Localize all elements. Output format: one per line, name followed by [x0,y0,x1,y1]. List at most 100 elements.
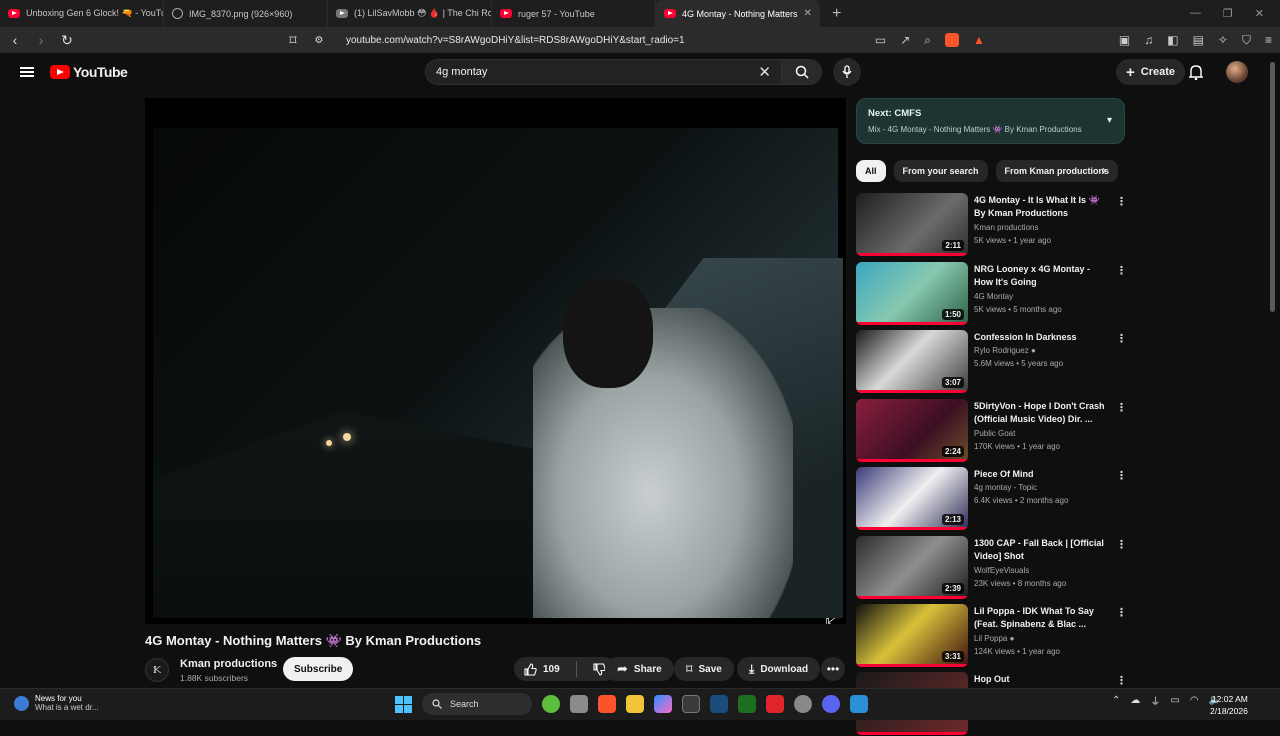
usb-icon[interactable]: ⏚ [1150,693,1160,708]
menu-icon[interactable]: ≡ [1265,33,1272,47]
more-vertical-icon[interactable]: ⋮ [1116,332,1127,345]
page-scrollbar[interactable] [1270,62,1275,312]
subscribe-button[interactable]: Subscribe [283,657,354,681]
recommendation-item[interactable]: 2:39 1300 CAP - Fall Back | [Official Vi… [856,536,1127,600]
share-button[interactable]: ➦ Share [605,657,674,681]
recommendation-title[interactable]: Lil Poppa - IDK What To Say (Feat. Spina… [974,605,1110,631]
save-button[interactable]: ⌑ Save [674,657,734,681]
more-vertical-icon[interactable]: ⋮ [1116,264,1127,277]
more-actions-button[interactable]: ••• [821,657,845,681]
video-thumbnail[interactable]: 2:11 [856,193,968,256]
discord-icon[interactable] [822,695,840,713]
recommendation-title[interactable]: Piece Of Mind [974,468,1110,481]
reload-icon[interactable]: ↻ [60,32,74,49]
recommendation-title[interactable]: NRG Looney x 4G Montay - How It's Going [974,263,1110,289]
copilot-icon[interactable] [654,695,672,713]
recommendation-title[interactable]: Confession In Darkness [974,331,1110,344]
news-widget[interactable]: News for you What is a wet dr... [14,694,99,712]
steam-icon[interactable] [710,695,728,713]
chip-from-channel[interactable]: From Kman productions [995,160,1119,182]
video-thumbnail[interactable]: 3:31 [856,604,968,667]
recommendation-title[interactable]: Hop Out [974,673,1110,686]
video-thumbnail[interactable]: 1:50 [856,262,968,325]
next-up-card[interactable]: Next: CMFS Mix - 4G Montay - Nothing Mat… [856,98,1125,144]
music-icon[interactable]: ♫ [1144,33,1153,47]
brave-shield-icon[interactable] [944,33,959,47]
panel-icon[interactable]: ◧ [1167,33,1178,47]
youtube-logo[interactable]: YouTube [50,64,128,80]
adobe-icon[interactable] [766,695,784,713]
forward-icon[interactable]: › [34,32,48,48]
recommendation-item[interactable]: 2:11 4G Montay - It Is What It Is 👾 By K… [856,193,1127,257]
recommendation-channel[interactable]: Lil Poppa ● [974,634,1014,643]
download-button[interactable]: ⤓ Download [737,657,821,681]
recommendation-channel[interactable]: 4g montay - Topic [974,483,1037,492]
monitor-icon[interactable]: ▭ [1170,695,1179,706]
recommendation-channel[interactable]: Kman productions [974,223,1038,232]
url-field[interactable]: youtube.com/watch?v=S8rAWgoDHiY&list=RDS… [346,35,685,46]
more-vertical-icon[interactable]: ⋮ [1116,401,1127,414]
new-tab-icon[interactable]: + [820,5,853,23]
menu-hamburger-icon[interactable] [20,67,34,77]
video-thumbnail[interactable]: 2:39 [856,536,968,599]
chevron-up-icon[interactable]: ⌃ [1112,695,1120,706]
site-info-icon[interactable]: ⚙ [312,35,326,46]
browser-tab-active[interactable]: 4G Montay - Nothing Matters ✕ [656,0,820,27]
video-thumbnail[interactable]: 2:13 [856,467,968,530]
task-view-icon[interactable] [570,695,588,713]
channel-avatar[interactable]: 𝕂 [145,658,169,682]
voice-search-button[interactable] [833,58,861,86]
recommendation-item[interactable]: 3:31 Lil Poppa - IDK What To Say (Feat. … [856,604,1127,668]
xbox-icon[interactable] [738,695,756,713]
browser-tab[interactable]: ruger 57 - YouTube [492,0,656,27]
browser-tab[interactable]: IMG_8370.png (926×960) [164,0,328,27]
bookmark-icon[interactable]: ⌑ [286,32,300,49]
chip-all[interactable]: All [856,160,886,182]
create-button[interactable]: + Create [1116,59,1186,85]
chevron-right-icon[interactable]: › [1102,163,1106,177]
video-player[interactable]: 𝕂 [145,98,846,624]
search-input[interactable]: 4g montay [426,66,758,78]
minimize-icon[interactable]: — [1190,7,1201,20]
mask-app-icon[interactable] [542,695,560,713]
channel-watermark[interactable]: 𝕂 [825,616,835,624]
share-page-icon[interactable]: ↗ [900,33,910,47]
recommendation-item[interactable]: 2:13 Piece Of Mind 4g montay - Topic 6.4… [856,467,1127,531]
vpn-icon[interactable]: ⛉ [1242,33,1251,48]
search-button[interactable] [781,60,821,84]
wifi-icon[interactable]: ◠ [1190,695,1199,706]
recommendation-channel[interactable]: Public Goat [974,429,1015,438]
rewards-icon[interactable]: ▲ [973,33,985,47]
back-icon[interactable]: ‹ [8,32,22,48]
more-vertical-icon[interactable]: ⋮ [1116,538,1127,551]
browser-tab[interactable]: (1) LilSavMobb 😳 🩸 | The Chi Roleplay [328,0,492,27]
maximize-icon[interactable]: ❐ [1223,7,1233,20]
file-explorer-icon[interactable] [626,695,644,713]
recommendation-channel[interactable]: 4G Montay [974,292,1013,301]
notepad-icon[interactable] [850,695,868,713]
recommendation-title[interactable]: 4G Montay - It Is What It Is 👾 By Kman P… [974,194,1110,220]
recommendation-title[interactable]: 5DirtyVon - Hope I Don't Crash (Official… [974,400,1110,426]
video-thumbnail[interactable]: 2:24 [856,399,968,462]
like-button[interactable]: 109 [514,657,570,681]
zoom-icon[interactable]: ⌕ [924,33,931,48]
close-window-icon[interactable]: ✕ [1255,7,1264,20]
recommendation-channel[interactable]: Rylo Rodriguez ● [974,346,1036,355]
chrome-icon[interactable] [794,695,812,713]
taskbar-clock[interactable]: 12:02 AM 2/18/2026 [1210,693,1248,717]
recommendation-title[interactable]: 1300 CAP - Fall Back | [Official Video] … [974,537,1110,564]
more-vertical-icon[interactable]: ⋮ [1116,606,1127,619]
brave-browser-icon[interactable] [598,695,616,713]
chip-from-your-search[interactable]: From your search [893,160,988,182]
clear-search-icon[interactable]: ✕ [758,63,771,81]
recommendation-item[interactable]: 1:50 NRG Looney x 4G Montay - How It's G… [856,262,1127,326]
more-vertical-icon[interactable]: ⋮ [1116,674,1127,687]
wallet-icon[interactable]: ▤ [1193,33,1204,47]
chevron-down-icon[interactable]: ▾ [1107,115,1112,126]
video-thumbnail[interactable]: 3:07 [856,330,968,393]
ai-icon[interactable]: ✧ [1218,33,1228,47]
cloud-icon[interactable]: ☁ [1130,695,1140,706]
recommendation-item[interactable]: 2:24 5DirtyVon - Hope I Don't Crash (Off… [856,399,1127,463]
account-avatar[interactable] [1226,61,1248,83]
recommendation-channel[interactable]: WolfEyeVisuals [974,566,1029,575]
